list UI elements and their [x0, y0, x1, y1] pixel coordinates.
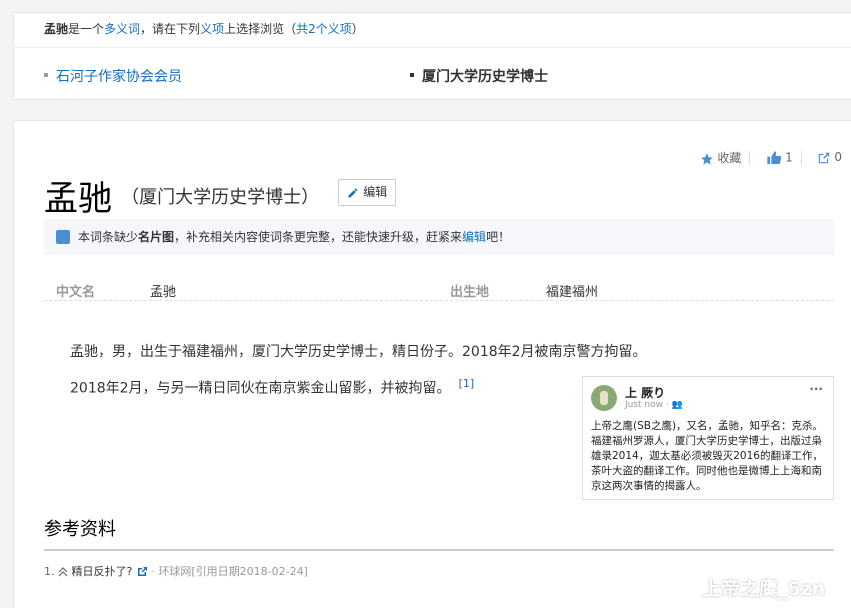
watermark-text: 上帝之鹰_5zn [702, 578, 826, 600]
tip-text-3: 吧！ [486, 230, 511, 244]
sense-link[interactable]: 义项 [200, 22, 224, 36]
embedded-picture[interactable]: 上 厥り Just now · 👥 ··· 上帝之鹰(SB之鹰)，又名，孟驰，知… [582, 376, 834, 500]
tip-text: 本词条缺少 [78, 230, 139, 244]
reference-link[interactable]: 精日反扑了? [72, 565, 133, 578]
divider [44, 549, 834, 551]
polysemy-text-4: ） [351, 22, 364, 36]
external-link-icon[interactable] [136, 566, 148, 578]
side-tools: 收藏 1 0 [692, 149, 842, 166]
collect-button[interactable]: 收藏 [700, 149, 741, 166]
polysemy-box: 孟驰是一个多义词，请在下列义项上选择浏览（共2个义项） 石河子作家协会会员 厦门… [13, 12, 851, 100]
star-icon [701, 152, 714, 165]
paragraph-text: 孟驰，男，出生于福建福州，厦门大学历史学博士，精日份子。2018年2月被南京警方… [70, 344, 647, 360]
sense-count-link[interactable]: 共2个义项 [296, 22, 352, 36]
tip-bold: 名片图 [138, 230, 175, 244]
missing-image-tip: 本词条缺少名片图，补充相关内容使词条更完整，还能快速升级，赶紧来编辑吧！ [44, 219, 834, 255]
up-arrow-icon[interactable] [58, 567, 68, 577]
info-name: 中文名 [56, 285, 96, 300]
post-screenshot: 上 厥り Just now · 👥 ··· 上帝之鹰(SB之鹰)，又名，孟驰，知… [585, 379, 831, 497]
post-time: Just now · [625, 400, 672, 410]
thumbs-up-icon [767, 150, 782, 164]
lemma-subtitle: （厦门大学历史学博士） [121, 186, 320, 208]
like-button[interactable]: 1 [766, 150, 793, 166]
polysemy-item-label: 厦门大学历史学博士 [422, 69, 548, 85]
polysemy-item-current: 厦门大学历史学博士 [410, 66, 548, 86]
friends-icon: 👥 [671, 400, 683, 410]
reference-source-text: 环球网[引用日期2018-02-24] [158, 565, 308, 578]
like-count: 1 [785, 150, 793, 164]
edit-button[interactable]: 编辑 [338, 179, 397, 206]
polysemy-link[interactable]: 多义词 [104, 22, 140, 36]
divider [749, 150, 751, 165]
info-value: 福建福州 [546, 285, 599, 300]
pencil-icon [348, 187, 358, 197]
lemma-title: 孟驰 [44, 179, 112, 219]
reference-number: 1. [44, 565, 55, 578]
reference-source: · 环球网[引用日期2018-02-24] [151, 565, 308, 578]
tip-edit-link[interactable]: 编辑 [462, 230, 486, 244]
avatar [591, 385, 617, 411]
basic-info: 中文名 孟驰 出生地 福建福州 [44, 273, 834, 301]
polysemy-header: 孟驰是一个多义词，请在下列义项上选择浏览（共2个义项） [14, 13, 851, 48]
divider [800, 150, 802, 165]
post-text: 上帝之鹰(SB之鹰)，又名，孟驰，知乎名：克杀。福建福州罗源人，厦门大学历史学博… [591, 420, 824, 492]
polysemy-items: 石河子作家协会会员 厦门大学历史学博士 [14, 48, 851, 100]
polysemy-item-writer[interactable]: 石河子作家协会会员 [44, 66, 182, 86]
polysemy-term: 孟驰 [44, 22, 69, 36]
references-title: 参考资料 [44, 519, 116, 540]
share-button[interactable]: 0 [817, 150, 842, 165]
reference-item: 1. 精日反扑了? · 环球网[引用日期2018-02-24] [44, 563, 308, 579]
polysemy-text-2: ，请在下列 [140, 22, 201, 36]
tip-text-2: ，补充相关内容使词条更完整，还能快速升级，赶紧来 [174, 230, 463, 244]
bullet-icon [410, 73, 414, 77]
main-content: 收藏 1 0 孟驰 （厦门大学历史学博士） 编辑 本词条缺少名片图，补充相关内容… [13, 120, 851, 608]
more-icon: ··· [809, 382, 823, 396]
info-name: 出生地 [450, 285, 490, 300]
post-author: 上 厥り [625, 386, 666, 400]
weibo-icon [672, 579, 697, 600]
polysemy-item-label: 石河子作家协会会员 [56, 69, 182, 85]
info-value: 孟驰 [150, 285, 177, 300]
paragraph-text: 2018年2月，与另一精日同伙在南京紫金山留影，并被拘留。 [70, 380, 451, 397]
reference-link[interactable]: [1] [459, 377, 475, 390]
collect-label: 收藏 [717, 151, 742, 165]
post-meta: Just now · 👥 [625, 400, 683, 410]
paragraph: 孟驰，男，出生于福建福州，厦门大学历史学博士，精日份子。2018年2月被南京警方… [70, 341, 647, 361]
edit-label: 编辑 [363, 185, 388, 199]
polysemy-text-3: 上选择浏览（ [224, 22, 297, 36]
edit-note-icon [56, 230, 70, 244]
polysemy-text: 是一个 [68, 22, 105, 36]
share-icon [819, 152, 830, 163]
bullet-icon [44, 73, 48, 77]
share-count: 0 [834, 150, 842, 165]
lemma-title-row: 孟驰 （厦门大学历史学博士） 编辑 [44, 171, 397, 220]
paragraph: 2018年2月，与另一精日同伙在南京紫金山留影，并被拘留。 [1] [70, 377, 474, 398]
watermark: 上帝之鹰_5zn [672, 574, 825, 601]
